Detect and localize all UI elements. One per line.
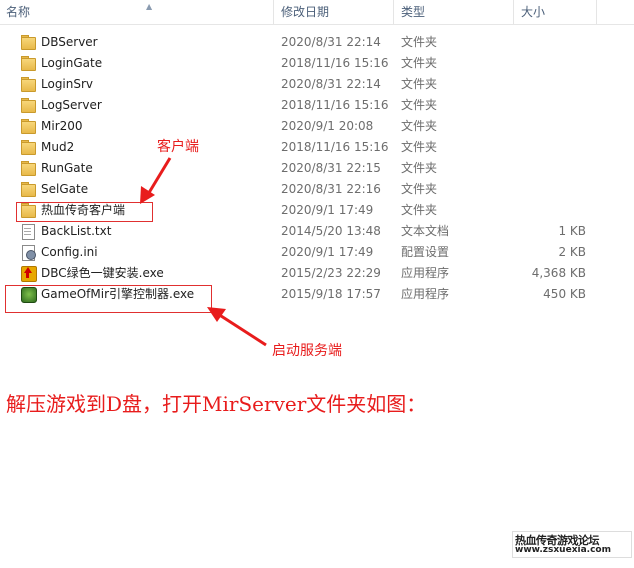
arrow-to-server-icon: [207, 307, 267, 347]
forum-watermark: 热血传奇游戏论坛 www.zsxuexia.com: [512, 531, 632, 558]
client-annotation-label: 客户端: [157, 139, 199, 155]
server-annotation-label: 启动服务端: [272, 343, 342, 359]
arrow-to-client-icon: [140, 157, 172, 204]
instruction-caption: 解压游戏到D盘，打开MirServer文件夹如图：: [6, 392, 427, 416]
watermark-url: www.zsxuexia.com: [515, 545, 611, 555]
annotation-arrows: [140, 157, 267, 347]
